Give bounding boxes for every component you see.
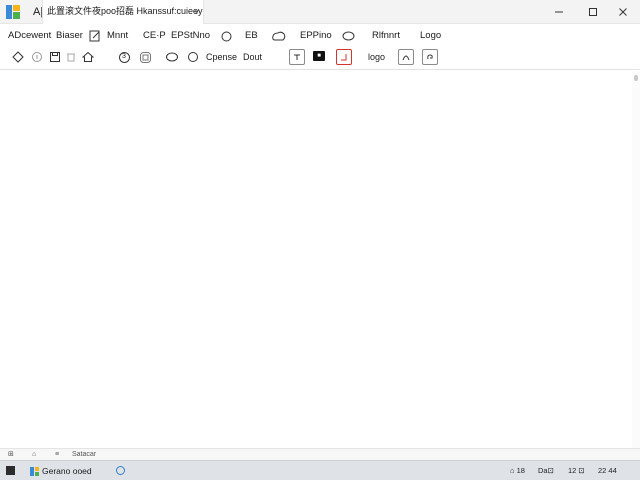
scrollbar-thumb[interactable] <box>634 75 638 81</box>
maximize-button[interactable] <box>582 2 604 22</box>
dark-fill-button[interactable]: ■ <box>313 51 325 61</box>
toolbar-label-1[interactable]: Cpense <box>206 51 237 63</box>
home-icon[interactable] <box>80 49 96 65</box>
secondary-toolbar: 3 Cpense Dout ■ logo <box>0 46 640 70</box>
menu-item-8[interactable]: Rlfnnrt <box>372 29 400 43</box>
arc-frame-button[interactable] <box>398 49 414 65</box>
tray-item-3[interactable]: 12 ⊡ <box>568 465 585 476</box>
corner-icon <box>341 54 347 61</box>
menu-item-4[interactable]: CE·P <box>143 29 166 43</box>
loop-frame-button[interactable] <box>422 49 438 65</box>
menu-item-2[interactable]: Biaser <box>56 29 83 43</box>
loop-icon <box>427 54 433 60</box>
minimize-icon <box>555 11 563 13</box>
taskbar-app-button[interactable]: Gerano ooed <box>30 464 92 478</box>
edit-document-icon[interactable] <box>88 29 102 43</box>
delete-icon[interactable] <box>63 49 79 65</box>
menu-toolbar: ADcewent Biaser Mnnt CE·P EPStNno EB EPP… <box>0 25 640 47</box>
menu-item-9[interactable]: Logo <box>420 29 441 43</box>
menu-item-5[interactable]: EPStNno <box>171 29 210 43</box>
circle-shape-icon[interactable] <box>220 30 232 42</box>
arc-icon <box>402 55 410 61</box>
text-frame-icon <box>294 54 300 60</box>
taskbar: Gerano ooed ⌂ 18 Da⊡ 12 ⊡ 22 44 <box>0 460 640 480</box>
numbered-circle-label: 3 <box>122 53 126 60</box>
vertical-scrollbar[interactable] <box>632 71 640 448</box>
menu-item-3[interactable]: Mnnt <box>107 29 128 43</box>
title-bar: A| 此置滚文件夜poo招磊 Hkanssuf:cuieeyel ˅ <box>0 0 640 24</box>
tray-item-2[interactable]: Da⊡ <box>538 465 554 476</box>
start-icon[interactable] <box>6 466 15 475</box>
status-home-icon[interactable]: ⌂ <box>32 451 36 459</box>
status-text: Satacar <box>72 451 97 458</box>
numbered-circle-button[interactable]: 3 <box>116 49 132 65</box>
close-icon <box>619 8 627 16</box>
red-frame-button[interactable] <box>336 49 352 65</box>
minimize-button[interactable] <box>548 2 570 22</box>
circle-outline-icon[interactable] <box>185 49 201 65</box>
taskbar-app-label: Gerano ooed <box>42 466 92 476</box>
toolbar-label-3[interactable]: logo <box>368 51 385 63</box>
document-tab[interactable]: 此置滚文件夜poo招磊 Hkanssuf:cuieeyel ˅ <box>42 0 204 24</box>
canvas-area[interactable] <box>0 71 640 448</box>
menu-item-1[interactable]: ADcewent <box>8 29 51 43</box>
clock: 22 44 <box>598 466 617 475</box>
menu-lines-icon[interactable]: ≡ <box>55 451 59 459</box>
tab-dropdown-chevron-icon[interactable]: ˅ <box>194 6 199 19</box>
maximize-icon <box>589 8 597 16</box>
rounded-square-icon[interactable] <box>137 49 153 65</box>
cloud-shape-icon[interactable] <box>271 30 286 42</box>
speech-bubble-icon[interactable] <box>164 49 180 65</box>
tray-item-1[interactable]: ⌂ 18 <box>510 465 525 476</box>
grid-view-icon[interactable]: ⊞ <box>8 451 14 459</box>
app-logo-icon <box>6 5 20 19</box>
ellipse-shape-icon[interactable] <box>341 30 355 42</box>
taskbar-circle-icon[interactable] <box>116 466 125 475</box>
save-icon[interactable] <box>47 49 63 65</box>
close-button[interactable] <box>612 2 634 22</box>
toolbar-label-2[interactable]: Dout <box>243 51 262 63</box>
menu-item-7[interactable]: EPPino <box>300 29 332 43</box>
menu-item-6[interactable]: EB <box>245 29 258 43</box>
status-bar: ⊞ ⌂ ≡ Satacar <box>0 448 640 460</box>
diamond-icon[interactable] <box>10 49 26 65</box>
document-tab-title: 此置滚文件夜poo招磊 Hkanssuf:cuieeyel <box>47 6 204 16</box>
taskbar-app-icon <box>30 466 39 476</box>
info-icon[interactable] <box>29 49 45 65</box>
text-frame-button[interactable] <box>289 49 305 65</box>
